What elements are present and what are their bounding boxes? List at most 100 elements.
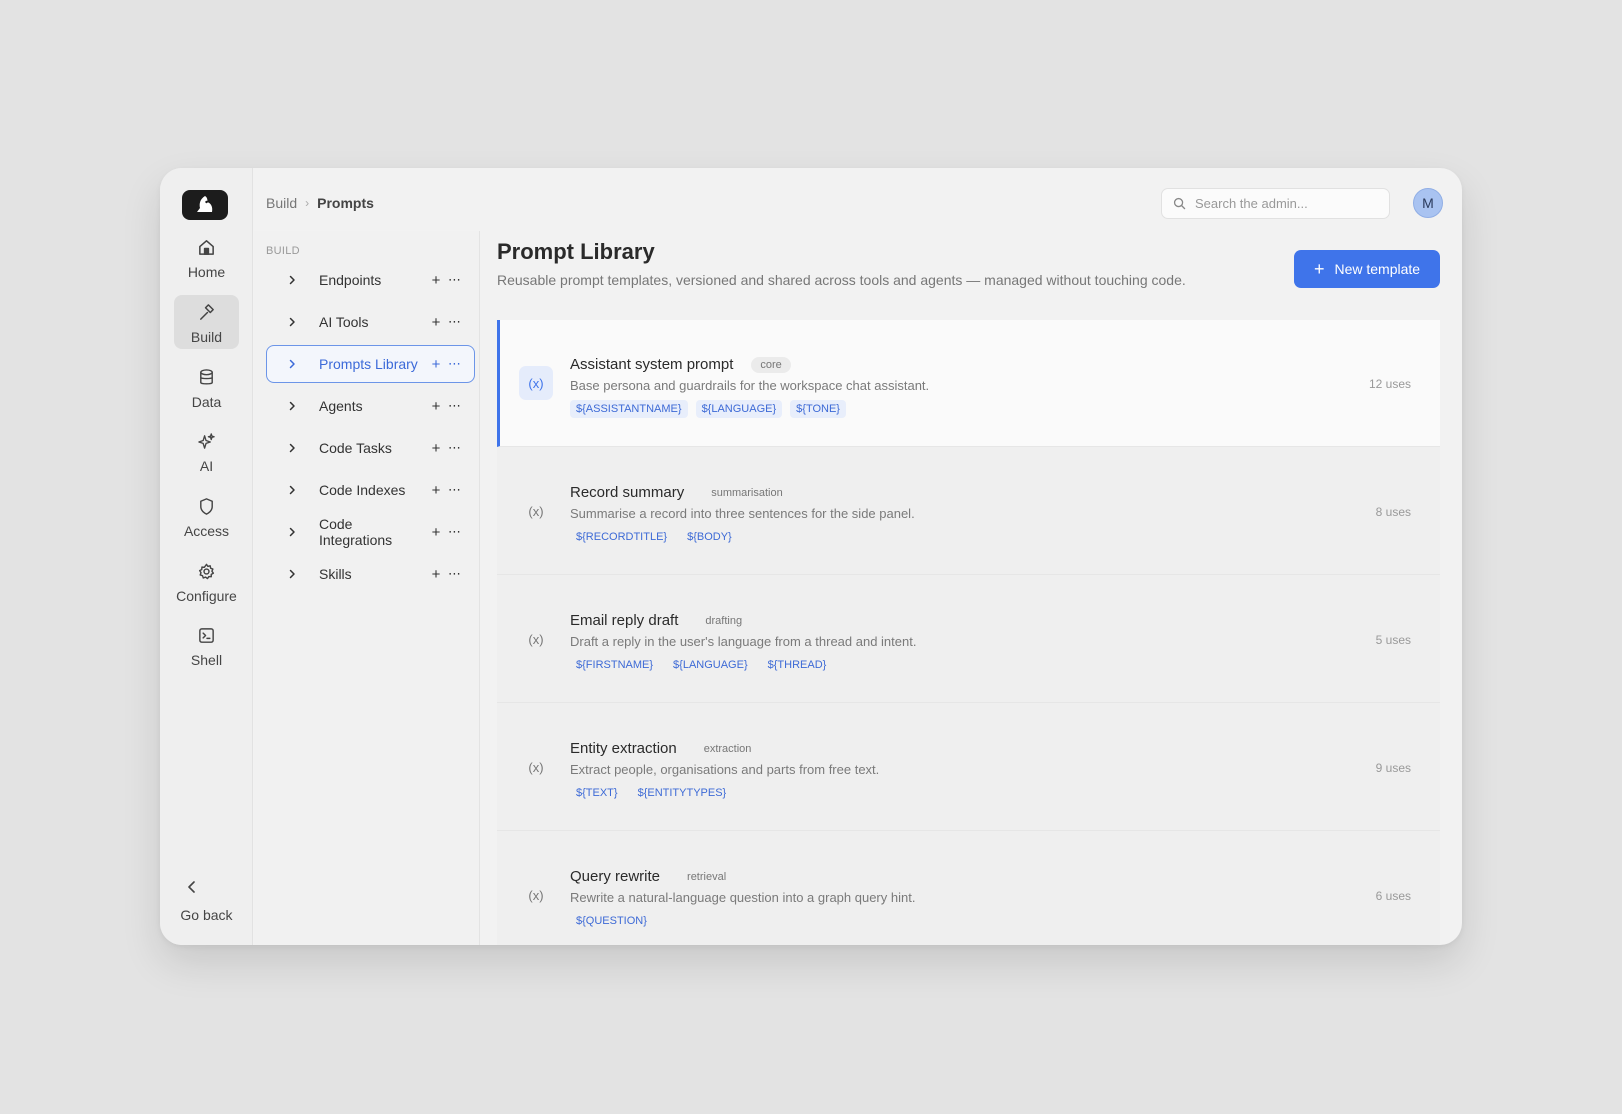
template-title-wrap: Query rewrite retrieval (570, 868, 735, 885)
tree-item-label: Endpoints (319, 272, 382, 288)
rail-item-home[interactable]: Home (174, 230, 239, 284)
avatar[interactable]: M (1413, 188, 1443, 218)
more-icon[interactable]: ⋯ (447, 272, 461, 288)
admin-window: Home Build Data AI Access Configure Shel… (160, 168, 1462, 945)
tree-item-label: Code Integrations (319, 516, 393, 548)
template-title: Entity extraction (570, 740, 677, 757)
template-variables: ${RECORDTITLE} ${BODY} (570, 528, 738, 546)
variable-chip: ${ENTITYTYPES} (637, 787, 727, 799)
app-logo[interactable] (182, 190, 228, 220)
tree-item-agents[interactable]: Agents + ⋯ (266, 387, 475, 425)
tree-item-ai-tools[interactable]: AI Tools + ⋯ (266, 303, 475, 341)
template-title: Assistant system prompt (570, 356, 734, 373)
chevron-right-icon[interactable] (286, 274, 298, 286)
template-uses: 8 uses (1375, 505, 1411, 519)
tree-item-prompts-library[interactable]: Prompts Library + ⋯ (266, 345, 475, 383)
tree-item-code-indexes[interactable]: Code Indexes + ⋯ (266, 471, 475, 509)
variable-chip: ${BODY} (687, 531, 732, 543)
variable-chip: ${TONE} (790, 400, 846, 418)
terminal-icon (199, 628, 214, 643)
chevron-left-icon (187, 881, 195, 893)
new-template-button[interactable]: + New template (1294, 250, 1440, 288)
variable-icon: (x) (528, 503, 544, 519)
add-icon[interactable]: + (429, 314, 443, 331)
rail-item-shell[interactable]: Shell (174, 618, 239, 672)
sparkles-icon (198, 433, 215, 449)
tree-item-label: Agents (319, 398, 363, 414)
add-icon[interactable]: + (429, 566, 443, 583)
add-icon[interactable]: + (429, 272, 443, 289)
rail-item-data[interactable]: Data (174, 360, 239, 414)
template-row[interactable]: (x) Query rewrite retrieval Rewrite a na… (497, 832, 1440, 945)
template-description: Extract people, organisations and parts … (570, 762, 880, 777)
template-row[interactable]: (x) Email reply draft drafting Draft a r… (497, 576, 1440, 703)
template-row[interactable]: (x) Entity extraction extraction Extract… (497, 704, 1440, 831)
template-uses: 5 uses (1375, 633, 1411, 647)
tree-item-label: Skills (319, 566, 352, 582)
template-title: Query rewrite (570, 868, 661, 885)
search-box[interactable] (1161, 188, 1390, 219)
logo-icon (197, 196, 213, 212)
template-row[interactable]: (x) Record summary summarisation Summari… (497, 448, 1440, 575)
chevron-right-icon[interactable] (286, 358, 298, 370)
variable-chip: ${LANGUAGE} (695, 400, 783, 418)
template-tag: summarisation (711, 486, 783, 499)
rail-label-shell: Shell (190, 652, 223, 668)
chevron-right-icon[interactable] (286, 526, 298, 538)
variable-icon: (x) (528, 631, 544, 647)
more-icon[interactable]: ⋯ (447, 356, 461, 372)
go-back-label: Go back (180, 907, 233, 923)
add-icon[interactable]: + (429, 482, 443, 499)
template-description: Rewrite a natural-language question into… (570, 890, 916, 905)
rail-item-access[interactable]: Access (174, 489, 239, 543)
variable-chip: ${FIRSTNAME} (576, 659, 654, 671)
add-icon[interactable]: + (429, 440, 443, 457)
more-icon[interactable]: ⋯ (447, 482, 461, 498)
variable-chip: ${THREAD} (767, 659, 827, 671)
template-title-wrap: Assistant system prompt core (570, 356, 791, 373)
chevron-right-icon[interactable] (286, 400, 298, 412)
more-icon[interactable]: ⋯ (447, 398, 461, 414)
chevron-right-icon: › (305, 196, 310, 210)
database-icon (200, 369, 213, 385)
variable-chip: ${ASSISTANTNAME} (570, 400, 688, 418)
page-subtitle: Reusable prompt templates, versioned and… (497, 272, 1186, 288)
template-variables: ${FIRSTNAME} ${LANGUAGE} ${THREAD} (570, 656, 832, 674)
template-tag: retrieval (687, 870, 727, 883)
more-icon[interactable]: ⋯ (447, 524, 461, 540)
template-title: Email reply draft (570, 612, 679, 629)
chevron-right-icon[interactable] (286, 484, 298, 496)
variable-icon: (x) (519, 366, 553, 400)
more-icon[interactable]: ⋯ (447, 566, 461, 582)
add-icon[interactable]: + (429, 524, 443, 541)
more-icon[interactable]: ⋯ (447, 314, 461, 330)
rail-item-configure[interactable]: Configure (174, 554, 239, 608)
tree-item-skills[interactable]: Skills + ⋯ (266, 555, 475, 593)
template-title: Record summary (570, 484, 685, 501)
add-icon[interactable]: + (429, 398, 443, 415)
tree-item-label: AI Tools (319, 314, 369, 330)
tree-item-endpoints[interactable]: Endpoints + ⋯ (266, 261, 475, 299)
chevron-right-icon[interactable] (286, 316, 298, 328)
template-row[interactable]: (x) Assistant system prompt core Base pe… (497, 320, 1440, 447)
plus-icon: + (1313, 259, 1325, 279)
tree-heading: BUILD (266, 245, 300, 257)
rail-label-ai: AI (199, 458, 214, 474)
template-variables: ${QUESTION} (570, 912, 653, 930)
template-tag: core (751, 356, 791, 373)
chevron-right-icon[interactable] (286, 568, 298, 580)
add-icon[interactable]: + (429, 356, 443, 373)
tree-item-code-tasks[interactable]: Code Tasks + ⋯ (266, 429, 475, 467)
go-back-button[interactable]: Go back (174, 880, 239, 923)
breadcrumb-parent[interactable]: Build (266, 195, 297, 211)
rail-item-ai[interactable]: AI (174, 424, 239, 478)
rail-item-build[interactable]: Build (174, 295, 239, 349)
tree-item-label: Prompts Library (319, 356, 418, 372)
tree-item-code-integrations[interactable]: Code Integrations + ⋯ (266, 513, 475, 551)
build-tree-panel: BUILD Endpoints + ⋯ AI Tools + ⋯ Prompts… (254, 231, 480, 945)
variable-chip: ${RECORDTITLE} (576, 531, 668, 543)
chevron-right-icon[interactable] (286, 442, 298, 454)
search-input[interactable] (1195, 196, 1375, 211)
gear-icon (198, 563, 215, 580)
more-icon[interactable]: ⋯ (447, 440, 461, 456)
